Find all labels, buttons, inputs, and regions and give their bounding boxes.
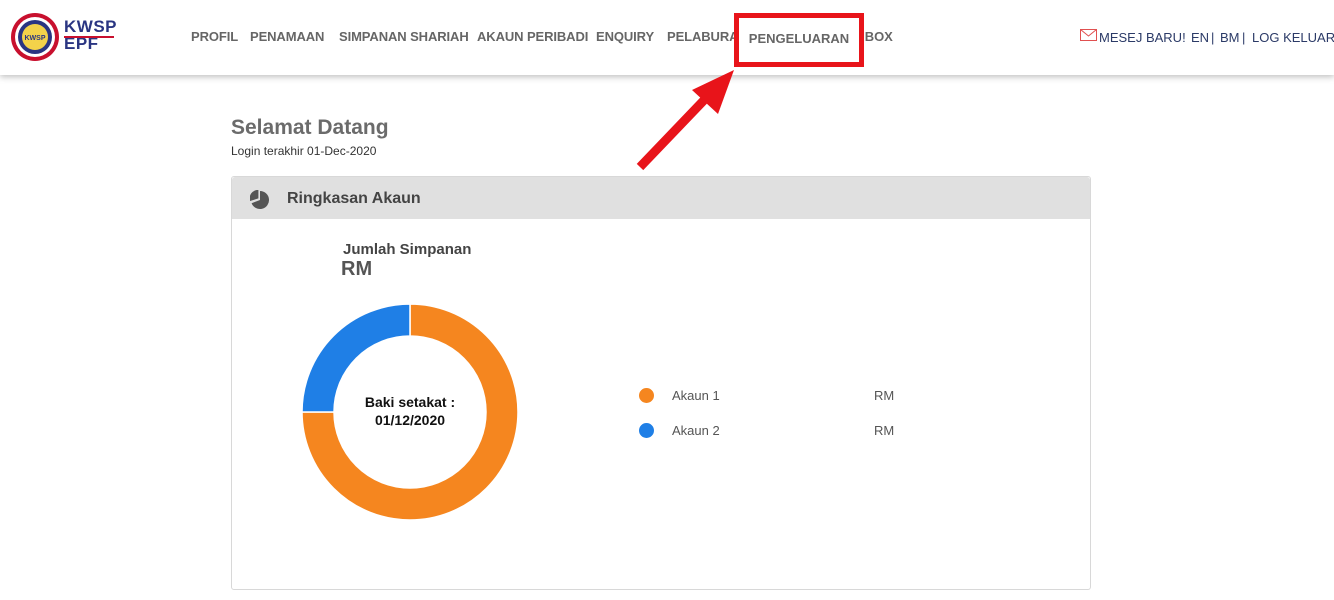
separator: |	[1211, 30, 1215, 45]
legend-value: RM	[874, 423, 895, 438]
legend-dot-akaun-2	[639, 423, 654, 438]
lang-bm-link[interactable]: BM	[1220, 30, 1240, 45]
page-title: Selamat Datang	[231, 116, 389, 139]
nav-item-simpanan-shariah[interactable]: SIMPANAN SHARIAH	[339, 29, 469, 44]
legend-label: Akaun 1	[672, 388, 720, 403]
nav-item-pengeluaran[interactable]: PENGELUARAN	[739, 31, 859, 46]
svg-text:KWSP: KWSP	[25, 35, 46, 42]
panel-title: Ringkasan Akaun	[287, 190, 421, 207]
kwsp-emblem-icon: KWSP	[11, 13, 59, 61]
pie-chart-icon	[250, 190, 270, 209]
brand-line1: KWSP	[64, 17, 117, 36]
donut-center-date: 01/12/2020	[374, 412, 446, 428]
highlight-box: PENGELUARAN	[734, 13, 864, 67]
new-message-link[interactable]: MESEJ BARU!	[1099, 30, 1186, 45]
lang-en-link[interactable]: EN	[1191, 30, 1209, 45]
total-savings-value: RM	[341, 258, 373, 280]
separator: |	[1242, 30, 1246, 45]
nav-item-profil[interactable]: PROFIL	[191, 29, 238, 44]
panel-header: Ringkasan Akaun	[232, 177, 1090, 219]
last-login-text: Login terakhir 01-Dec-2020	[231, 144, 377, 158]
nav-item-akaun-peribadi[interactable]: AKAUN PERIBADI	[477, 29, 588, 44]
account-summary-panel: Ringkasan Akaun Jumlah Simpanan RM Baki …	[231, 176, 1091, 590]
legend-label: Akaun 2	[672, 423, 720, 438]
donut-center-label: Baki setakat :	[364, 394, 456, 410]
legend-dot-akaun-1	[639, 388, 654, 403]
logout-link[interactable]: LOG KELUAR	[1252, 30, 1334, 45]
nav-item-penamaan[interactable]: PENAMAAN	[250, 29, 324, 44]
total-savings-label: Jumlah Simpanan	[343, 241, 472, 258]
annotation-arrow-icon	[636, 70, 734, 171]
envelope-icon[interactable]	[1080, 29, 1097, 41]
nav-item-enquiry[interactable]: ENQUIRY	[596, 29, 654, 44]
brand-underline	[64, 36, 114, 38]
kwsp-logo[interactable]: KWSP KWSP EPF	[10, 12, 120, 64]
legend-value: RM	[874, 388, 895, 403]
